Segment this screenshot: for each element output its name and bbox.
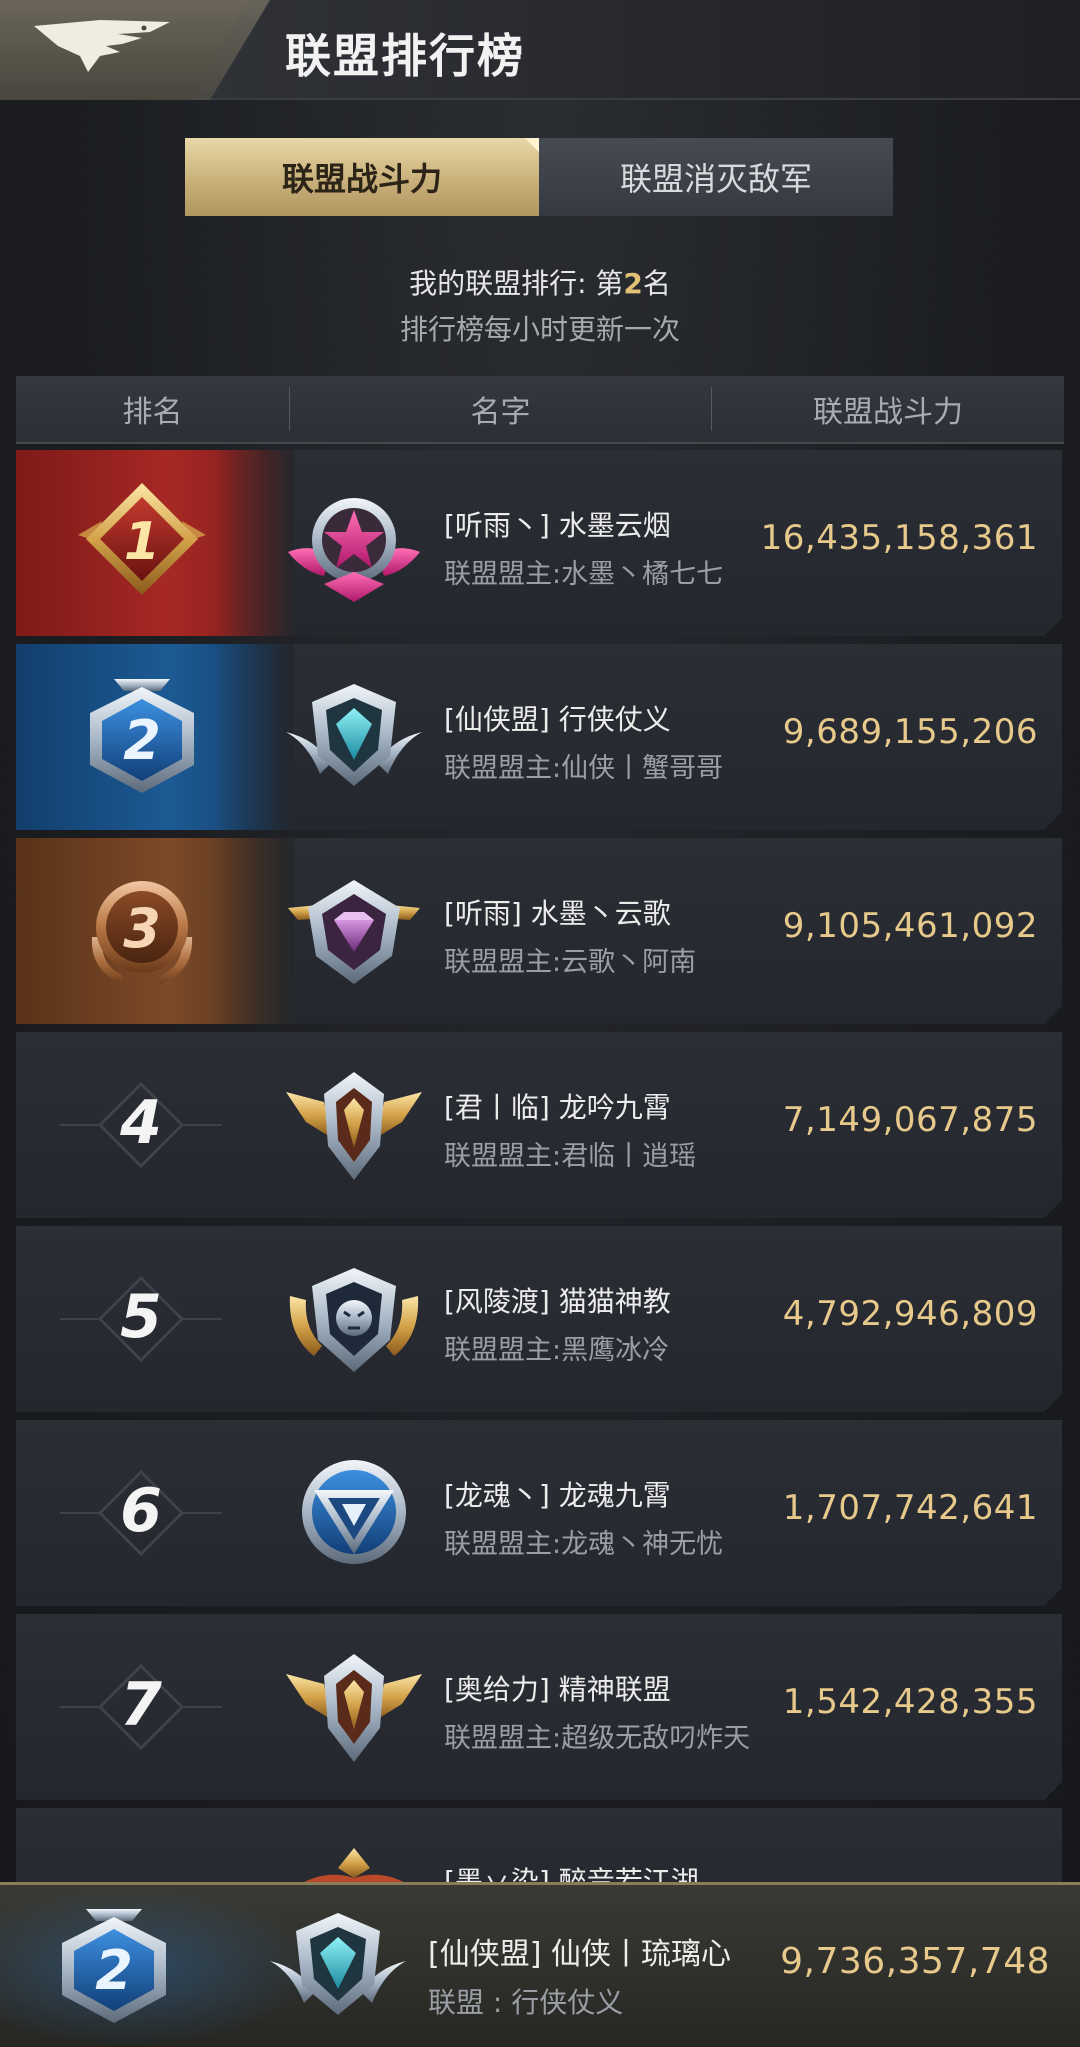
gold-winged-crest-icon [286, 1072, 422, 1180]
rank-2-badge-icon: 2 [62, 1909, 166, 2023]
rank-2-badge-icon: 2 [90, 679, 194, 793]
diamond-crest-icon [288, 880, 420, 984]
tab-alliance-power[interactable]: 联盟战斗力 [185, 138, 539, 216]
guild-power: 1,707,742,641 [782, 1488, 1038, 1528]
table-row[interactable]: 5 [风陵渡] 猫猫神教 联盟盟主:黑鹰冰冷 4,792,946,809 [16, 1226, 1062, 1412]
tab-bar: 联盟战斗力 联盟消灭敌军 [185, 138, 893, 216]
rank-5-badge-icon: 5 [56, 1274, 226, 1364]
guild-name: [听雨丶] 水墨云烟 [444, 509, 671, 542]
pink-star-crest-icon [288, 498, 420, 602]
gold-winged-crest-icon [286, 1654, 422, 1762]
rank-number: 6 [120, 1476, 162, 1546]
guild-power: 9,105,461,092 [782, 906, 1038, 946]
update-note: 排行榜每小时更新一次 [399, 313, 680, 346]
guild-name: [奥给力] 精神联盟 [444, 1673, 671, 1706]
guild-name: [君丨临] 龙吟九霄 [444, 1091, 671, 1124]
cyan-winged-crest-icon [286, 684, 422, 786]
my-rank-prefix: 我的联盟排行: 第 [409, 267, 624, 300]
table-row[interactable]: 6 [龙魂丶] 龙魂九霄 联盟盟主:龙魂丶神无忧 1,707,742,641 [16, 1420, 1062, 1606]
svg-text:2: 2 [123, 709, 161, 772]
my-alliance-label: 联盟 : 行侠仗义 [428, 1986, 624, 2019]
guild-name: [听雨] 水墨丶云歌 [444, 897, 671, 930]
svg-text:3: 3 [123, 897, 161, 960]
table-row[interactable]: 7 [奥给力] 精神联盟 联盟盟主:超级无敌叼炸天 1,542,428,355 [16, 1614, 1062, 1800]
rank-7-badge-icon: 7 [56, 1662, 226, 1752]
my-alliance-rank: 我的联盟排行: 第2名 [0, 262, 1080, 302]
table-row[interactable]: 1 [听雨丶] 水墨云烟 联盟盟主:水墨丶橘七七 16,435,158,361 [16, 450, 1062, 636]
tab-alliance-kills[interactable]: 联盟消灭敌军 [539, 138, 893, 216]
rank-4-badge-icon: 4 [56, 1080, 226, 1170]
my-alliance-bar[interactable]: 2 [仙侠盟] 仙侠丨琉璃心 联盟 : 行侠仗义 9,736,357,748 [0, 1882, 1080, 2047]
guild-name: [风陵渡] 猫猫神教 [444, 1285, 671, 1318]
my-rank-value: 2 [623, 267, 643, 300]
rank-6-badge-icon: 6 [56, 1468, 226, 1558]
table-row[interactable]: 4 [君丨临] 龙吟九霄 联盟盟主:君临丨逍瑶 7,149,067,875 [16, 1032, 1062, 1218]
guild-leader: 联盟盟主:仙侠丨蟹哥哥 [444, 753, 724, 784]
guild-power: 1,542,428,355 [782, 1682, 1038, 1722]
column-header-name: 名字 [290, 387, 712, 431]
guild-name: [仙侠盟] 行侠仗义 [444, 703, 671, 736]
table-row[interactable]: 3 [听雨] 水墨丶云歌 联盟盟主:云歌丶阿南 9,105,461,092 [16, 838, 1062, 1024]
rank-number: 7 [120, 1670, 162, 1740]
my-alliance-name: [仙侠盟] 仙侠丨琉璃心 [428, 1937, 731, 1972]
guild-leader: 联盟盟主:君临丨逍瑶 [444, 1141, 697, 1172]
rank-number: 5 [120, 1282, 162, 1352]
guild-leader: 联盟盟主:云歌丶阿南 [444, 947, 697, 978]
eagle-icon [34, 20, 170, 72]
column-header-power: 联盟战斗力 [813, 395, 963, 430]
rank-3-badge-icon: 3 [91, 881, 193, 985]
column-header-rank: 排名 [16, 387, 290, 431]
guild-power: 16,435,158,361 [760, 518, 1038, 558]
my-alliance-power: 9,736,357,748 [780, 1941, 1050, 1982]
table-row[interactable]: 2 [仙侠盟] 行侠仗义 联盟盟主:仙侠丨蟹哥哥 9,689,155,206 [16, 644, 1062, 830]
guild-power: 4,792,946,809 [782, 1294, 1038, 1334]
svg-text:1: 1 [124, 512, 160, 572]
guild-power: 9,689,155,206 [782, 712, 1038, 752]
guild-name: [龙魂丶] 龙魂九霄 [444, 1479, 671, 1512]
guild-leader: 联盟盟主:龙魂丶神无忧 [444, 1529, 724, 1560]
page-title: 联盟排行榜 [285, 29, 525, 83]
rank-number: 4 [120, 1088, 162, 1158]
lion-crest-icon [289, 1268, 419, 1372]
guild-leader: 联盟盟主:水墨丶橘七七 [444, 559, 724, 590]
guild-leader: 联盟盟主:黑鹰冰冷 [444, 1335, 670, 1366]
rank-1-badge-icon: 1 [78, 483, 206, 595]
guild-leader: 联盟盟主:超级无敌叼炸天 [444, 1723, 751, 1754]
cyan-winged-crest-icon [270, 1913, 406, 2015]
header: 联盟排行榜 [0, 0, 1080, 108]
blue-eagle-crest-icon [302, 1460, 406, 1564]
my-rank-suffix: 名 [642, 267, 671, 300]
guild-power: 7,149,067,875 [782, 1100, 1038, 1140]
table-header: 排名 名字 联盟战斗力 [16, 376, 1064, 444]
svg-text:2: 2 [95, 1939, 133, 2002]
